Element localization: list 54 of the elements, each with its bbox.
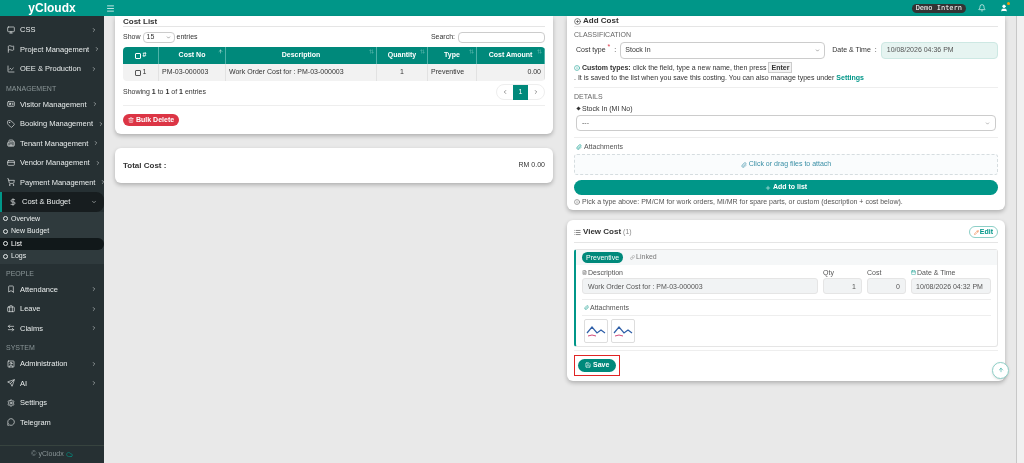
info-icon [574,64,580,71]
search-field[interactable] [458,32,545,43]
scrollbar[interactable] [1016,16,1024,463]
next-page-icon[interactable] [533,89,539,95]
bell-icon[interactable] [978,4,986,12]
row-checkbox[interactable] [134,69,141,76]
calendar-icon [911,270,916,275]
pencil-icon [973,229,979,235]
chevron-right-icon [91,26,97,33]
link-icon [630,255,636,260]
sort-icon [469,49,474,54]
card-title: Cost List [123,16,545,27]
list-icon [574,228,581,236]
sort-icon [369,49,374,54]
chevron-right-icon [91,101,98,108]
plus-circle-icon [574,17,581,25]
chevron-right-icon [93,140,100,147]
chevron-down-icon [165,35,171,40]
chevron-down-icon [91,198,97,205]
sort-icon [420,49,425,54]
document-icon [582,270,587,275]
attachment-thumbnail[interactable] [584,319,608,343]
chevron-right-icon [94,46,101,53]
chevron-right-icon [91,305,97,312]
plus-icon [764,184,771,191]
arrow-up-icon [997,367,1004,373]
save-icon [585,362,591,368]
info-icon [574,198,580,205]
user-icon[interactable] [1000,4,1008,12]
card-title: Add Cost [583,15,619,27]
chevron-right-icon [91,65,97,72]
chevron-right-icon [91,380,97,387]
chevron-right-icon [94,159,101,166]
chevron-right-icon [91,286,97,293]
brand-logo[interactable]: yCloudx [0,0,104,16]
paperclip-icon [584,305,589,310]
sort-up-icon [218,49,223,54]
previous-page-icon[interactable] [502,89,508,95]
sort-icon [537,49,542,54]
paperclip-icon [740,161,747,168]
chevron-right-icon [91,360,97,367]
scroll-to-top-button[interactable] [992,361,1009,379]
trash-icon [128,117,134,123]
attachment-thumbnail[interactable] [611,319,635,343]
chevron-right-icon [91,325,97,332]
total-label: Total Cost : [123,159,167,172]
chevron-right-icon [97,120,104,127]
chevron-down-icon [985,120,990,126]
header-checkbox[interactable] [134,52,141,59]
card-title: View Cost [583,226,622,238]
paperclip-icon [576,143,582,150]
chevron-down-icon [815,48,821,53]
chevron-right-icon [100,179,107,186]
cloud-icon [65,451,73,458]
